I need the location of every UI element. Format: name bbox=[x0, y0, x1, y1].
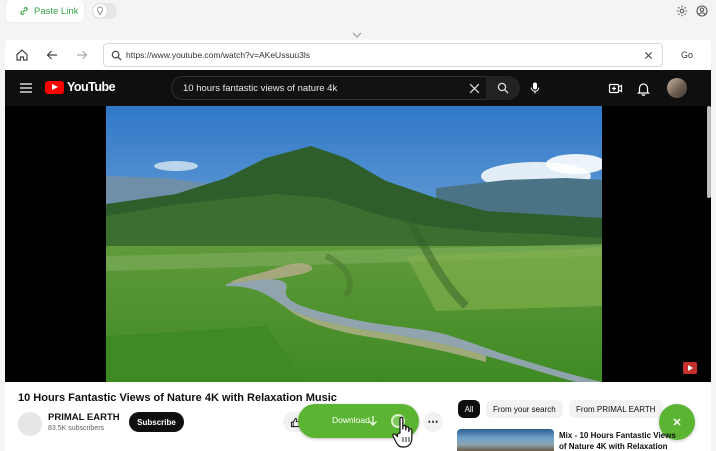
lightbulb-toggle[interactable] bbox=[92, 3, 117, 19]
paste-link-label: Paste Link bbox=[34, 5, 79, 17]
youtube-search-input[interactable]: 10 hours fantastic views of nature 4k bbox=[171, 76, 488, 100]
chip-all[interactable]: All bbox=[458, 400, 480, 418]
chip-from-channel[interactable]: From PRIMAL EARTH bbox=[569, 400, 663, 418]
search-icon bbox=[497, 82, 509, 94]
recommended-title-line-2: of Nature 4K with Relaxation bbox=[559, 442, 668, 451]
youtube-logo-text: YouTube bbox=[67, 80, 116, 94]
account-icon[interactable] bbox=[696, 5, 708, 17]
url-input[interactable]: https://www.youtube.com/watch?v=AKeUssuu… bbox=[103, 43, 663, 67]
clear-search-icon[interactable] bbox=[468, 82, 481, 95]
microphone-icon[interactable] bbox=[528, 81, 542, 95]
toggle-knob bbox=[93, 4, 107, 18]
app-top-bar: Paste Link bbox=[0, 0, 716, 24]
notifications-bell-icon[interactable] bbox=[636, 81, 651, 96]
hand-pointer-cursor-icon bbox=[392, 416, 413, 448]
clear-url-icon[interactable] bbox=[644, 51, 653, 60]
link-icon bbox=[20, 7, 28, 15]
channel-avatar[interactable] bbox=[18, 412, 42, 436]
go-button[interactable]: Go bbox=[665, 43, 709, 67]
chip-from-your-search[interactable]: From your search bbox=[486, 400, 563, 418]
collapse-chevron-icon[interactable] bbox=[351, 31, 363, 39]
settings-gear-icon[interactable] bbox=[676, 5, 688, 17]
recommended-video-thumbnail[interactable] bbox=[457, 429, 554, 451]
home-icon[interactable] bbox=[15, 48, 29, 62]
recommended-title-line-1: Mix - 10 Hours Fantastic Views bbox=[559, 431, 676, 440]
more-options-button[interactable]: ⋯ bbox=[423, 412, 443, 432]
close-icon bbox=[673, 418, 681, 426]
video-title: 10 Hours Fantastic Views of Nature 4K wi… bbox=[18, 392, 337, 404]
video-frame-nature-landscape bbox=[106, 106, 602, 382]
download-label: Download bbox=[332, 415, 370, 425]
channel-name[interactable]: PRIMAL EARTH bbox=[48, 412, 120, 423]
url-text: https://www.youtube.com/watch?v=AKeUssuu… bbox=[126, 50, 311, 60]
youtube-header: YouTube 10 hours fantastic views of natu… bbox=[5, 70, 711, 106]
paste-link-button[interactable]: Paste Link bbox=[6, 0, 84, 22]
recommended-video-title[interactable]: Mix - 10 Hours Fantastic Views of Nature… bbox=[559, 430, 679, 451]
subscribe-button[interactable]: Subscribe bbox=[129, 412, 184, 432]
hamburger-menu-icon[interactable] bbox=[19, 81, 33, 95]
video-player[interactable] bbox=[5, 106, 711, 382]
lightbulb-icon bbox=[96, 6, 104, 15]
user-avatar[interactable] bbox=[667, 78, 687, 98]
download-arrow-icon bbox=[369, 416, 377, 426]
page-scrollbar[interactable] bbox=[707, 106, 711, 198]
youtube-watermark-icon[interactable] bbox=[683, 362, 697, 374]
youtube-page: YouTube 10 hours fantastic views of natu… bbox=[5, 70, 711, 451]
youtube-logo[interactable]: YouTube bbox=[45, 80, 116, 94]
search-query: 10 hours fantastic views of nature 4k bbox=[183, 83, 338, 94]
youtube-play-logo-icon bbox=[45, 80, 64, 94]
youtube-search-button[interactable] bbox=[486, 76, 520, 100]
create-video-icon[interactable] bbox=[608, 81, 623, 96]
back-arrow-icon[interactable] bbox=[45, 48, 59, 62]
browser-bar: https://www.youtube.com/watch?v=AKeUssuu… bbox=[5, 40, 711, 70]
search-icon bbox=[111, 50, 122, 61]
more-dots-icon: ⋯ bbox=[427, 415, 439, 428]
subscriber-count: 83.5K subscribers bbox=[48, 425, 105, 432]
forward-arrow-icon[interactable] bbox=[75, 48, 89, 62]
video-details: 10 Hours Fantastic Views of Nature 4K wi… bbox=[5, 382, 711, 451]
